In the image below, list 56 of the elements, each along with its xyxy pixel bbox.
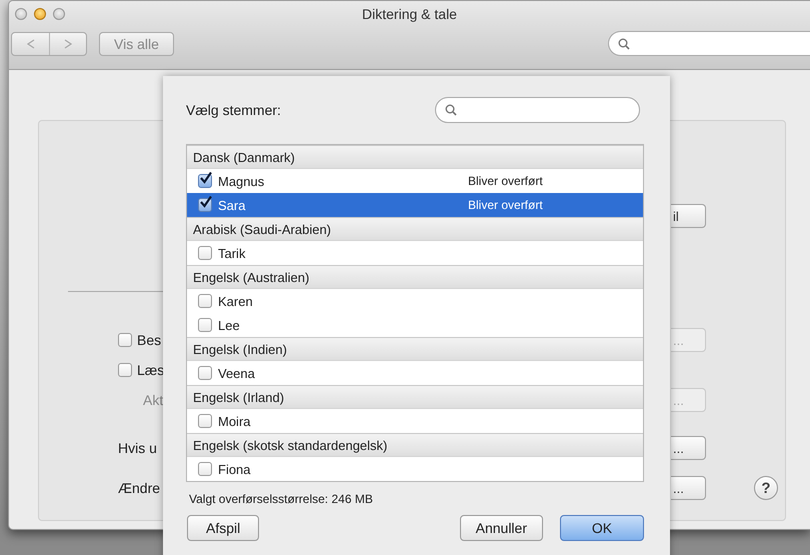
dialog-button[interactable]: Afspil bbox=[187, 515, 260, 541]
voice-name: Tarik bbox=[218, 246, 246, 260]
checkbox[interactable] bbox=[118, 333, 132, 347]
search-icon bbox=[445, 104, 457, 116]
setting-label: Ændre bbox=[118, 480, 160, 496]
language-header: Arabisk (Saudi-Arabien) bbox=[187, 217, 643, 241]
minimize-icon[interactable] bbox=[34, 8, 46, 20]
checkbox[interactable] bbox=[198, 462, 212, 476]
voice-name: Karen bbox=[218, 294, 254, 308]
language-header: Engelsk (skotsk standardengelsk) bbox=[187, 433, 643, 457]
voice-row[interactable]: Sara Bliver overført bbox=[187, 193, 643, 217]
checkbox[interactable] bbox=[118, 363, 132, 377]
setting-label: Bes bbox=[137, 332, 162, 348]
voice-name: Moira bbox=[218, 414, 252, 428]
window-title: Diktering & tale bbox=[362, 6, 457, 22]
voice-name: Magnus bbox=[218, 174, 266, 188]
language-header: Engelsk (Indien) bbox=[187, 337, 643, 361]
setting-label: Læs bbox=[137, 362, 164, 378]
language-header: Engelsk (Australien) bbox=[187, 265, 643, 289]
voice-row[interactable]: Moira bbox=[187, 409, 643, 433]
voice-status: Bliver overført bbox=[468, 198, 543, 212]
voice-row[interactable]: Fiona bbox=[187, 457, 643, 481]
help-button[interactable]: ? bbox=[754, 476, 778, 500]
checkbox[interactable] bbox=[198, 366, 212, 380]
language-header: Dansk (Danmark) bbox=[187, 145, 643, 169]
search-icon bbox=[618, 38, 630, 50]
voice-row[interactable]: Karen bbox=[187, 289, 643, 313]
checkbox[interactable] bbox=[198, 246, 212, 260]
prompt-label: Vælg stemmer: bbox=[186, 102, 282, 118]
setting-label: Akt bbox=[143, 392, 164, 408]
checkbox[interactable] bbox=[198, 294, 212, 308]
voice-name: Fiona bbox=[218, 462, 252, 476]
download-size-label: Valgt overførselsstørrelse: 246 MB bbox=[188, 491, 374, 506]
voice-row[interactable]: Lee bbox=[187, 313, 643, 337]
language-header: Engelsk (Irland) bbox=[187, 385, 643, 409]
voice-row[interactable]: Magnus Bliver overført bbox=[187, 169, 643, 193]
search-field[interactable] bbox=[435, 97, 640, 123]
voice-status: Bliver overført bbox=[468, 174, 543, 188]
setting-label: Hvis u bbox=[118, 440, 157, 456]
settings-button[interactable]: ... bbox=[671, 436, 706, 460]
search-field[interactable] bbox=[608, 31, 810, 56]
settings-button[interactable]: ... bbox=[671, 476, 706, 500]
checkbox[interactable] bbox=[198, 318, 212, 332]
voice-name: Lee bbox=[218, 318, 241, 332]
checkbox[interactable] bbox=[198, 414, 212, 428]
voice-row[interactable]: Tarik bbox=[187, 241, 643, 265]
checkbox[interactable] bbox=[198, 198, 212, 212]
voice-name: Veena bbox=[218, 366, 256, 380]
voice-row[interactable]: Veena bbox=[187, 361, 643, 385]
close-icon[interactable] bbox=[15, 8, 27, 20]
voice-name: Sara bbox=[218, 198, 246, 212]
settings-button[interactable]: il bbox=[671, 204, 706, 228]
checkbox[interactable] bbox=[198, 174, 212, 188]
dialog-button[interactable]: Annuller bbox=[460, 515, 543, 541]
dialog-button[interactable]: OK bbox=[560, 515, 644, 541]
zoom-icon[interactable] bbox=[53, 8, 65, 20]
